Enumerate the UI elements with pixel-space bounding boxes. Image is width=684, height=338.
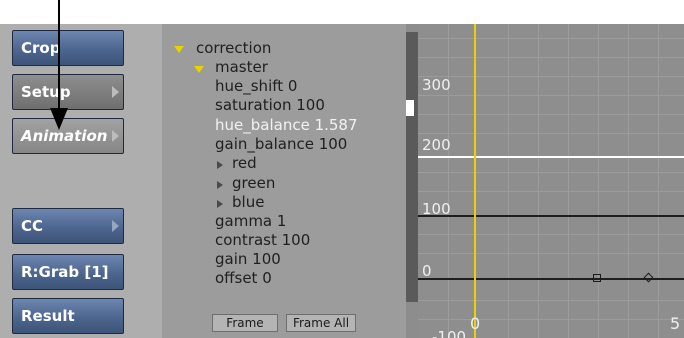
x-axis-label: 5 <box>670 314 681 333</box>
grid-line <box>418 191 684 192</box>
tree-item-red[interactable]: red <box>232 154 257 172</box>
tree-item-correction[interactable]: correction <box>196 39 271 57</box>
setup-label: Setup <box>21 83 71 101</box>
curve-hue-balance[interactable] <box>418 156 684 158</box>
grid-line <box>418 133 684 134</box>
collapsed-triangle-icon[interactable] <box>217 161 223 169</box>
x-axis-label: 0 <box>470 314 481 333</box>
expand-triangle-icon[interactable] <box>194 66 204 73</box>
chevron-right-icon <box>112 130 119 142</box>
grid-line <box>418 319 684 320</box>
keyframe-square[interactable] <box>593 274 601 282</box>
grid-line <box>418 253 684 254</box>
crop-label: Crop <box>21 39 61 57</box>
tree-item-blue[interactable]: blue <box>232 193 264 211</box>
y-axis-label: 300 <box>422 76 451 94</box>
result-button[interactable]: Result <box>12 298 124 334</box>
grid-line <box>418 57 684 58</box>
annotation-arrow-head-icon <box>50 108 68 130</box>
reference-line-100 <box>418 215 684 217</box>
result-label: Result <box>21 307 75 325</box>
chevron-right-icon <box>112 220 119 232</box>
crop-button[interactable]: Crop <box>12 30 124 66</box>
tree-item-gain[interactable]: gain 100 <box>215 250 281 268</box>
setup-button[interactable]: Setup <box>12 74 124 110</box>
grid-line <box>418 38 684 39</box>
y-axis-label: 200 <box>422 136 451 154</box>
grid-line <box>448 24 449 338</box>
y-axis-label: -100 <box>432 328 467 338</box>
tree-item-master[interactable]: master <box>215 58 268 76</box>
cc-label: CC <box>21 217 44 235</box>
tree-item-hue-balance[interactable]: hue_balance 1.587 <box>215 116 358 134</box>
collapsed-triangle-icon[interactable] <box>217 200 223 208</box>
playhead[interactable] <box>474 24 476 338</box>
rgrab-button[interactable]: R:Grab [1] <box>12 254 124 290</box>
tree-item-gain-balance[interactable]: gain_balance 100 <box>215 135 347 153</box>
tree-item-gamma[interactable]: gamma 1 <box>215 212 286 230</box>
grid-line <box>418 95 684 96</box>
annotation-arrow-line <box>58 0 60 112</box>
grid-line <box>418 76 684 77</box>
tree-scrollbar-thumb[interactable] <box>406 100 414 116</box>
grid-line <box>628 24 629 338</box>
y-axis-label: 100 <box>422 200 451 218</box>
grid-line <box>418 114 684 115</box>
grid-line <box>658 24 659 338</box>
animation-button[interactable]: Animation <box>12 118 124 154</box>
expand-triangle-icon[interactable] <box>174 46 184 53</box>
tree-item-hue-shift[interactable]: hue_shift 0 <box>215 77 297 95</box>
tree-item-contrast[interactable]: contrast 100 <box>215 231 310 249</box>
grid-line <box>418 172 684 173</box>
tree-item-green[interactable]: green <box>232 174 275 192</box>
cc-button[interactable]: CC <box>12 208 124 244</box>
grid-line <box>418 234 684 235</box>
tree-item-offset[interactable]: offset 0 <box>215 269 272 287</box>
tree-scrollbar[interactable] <box>406 32 418 302</box>
animation-curve-graph[interactable]: 300 200 100 0 -100 0 5 <box>418 24 684 338</box>
grid-line <box>568 24 569 338</box>
grid-line <box>508 24 509 338</box>
animation-editor: Crop Setup Animation CC R:Grab [1] Resul… <box>0 24 684 338</box>
chevron-right-icon <box>112 86 119 98</box>
tree-item-saturation[interactable]: saturation 100 <box>215 96 325 114</box>
grid-line <box>538 24 539 338</box>
keyframe-diamond[interactable] <box>643 272 654 283</box>
channel-tree: correction master hue_shift 0 saturation… <box>162 24 406 338</box>
grid-line <box>418 300 684 301</box>
rgrab-label: R:Grab [1] <box>21 263 109 281</box>
y-axis-label: 0 <box>422 262 432 280</box>
grid-line <box>598 24 599 338</box>
frame-all-button[interactable]: Frame All <box>286 314 356 332</box>
frame-button[interactable]: Frame <box>212 314 278 332</box>
collapsed-triangle-icon[interactable] <box>217 181 223 189</box>
